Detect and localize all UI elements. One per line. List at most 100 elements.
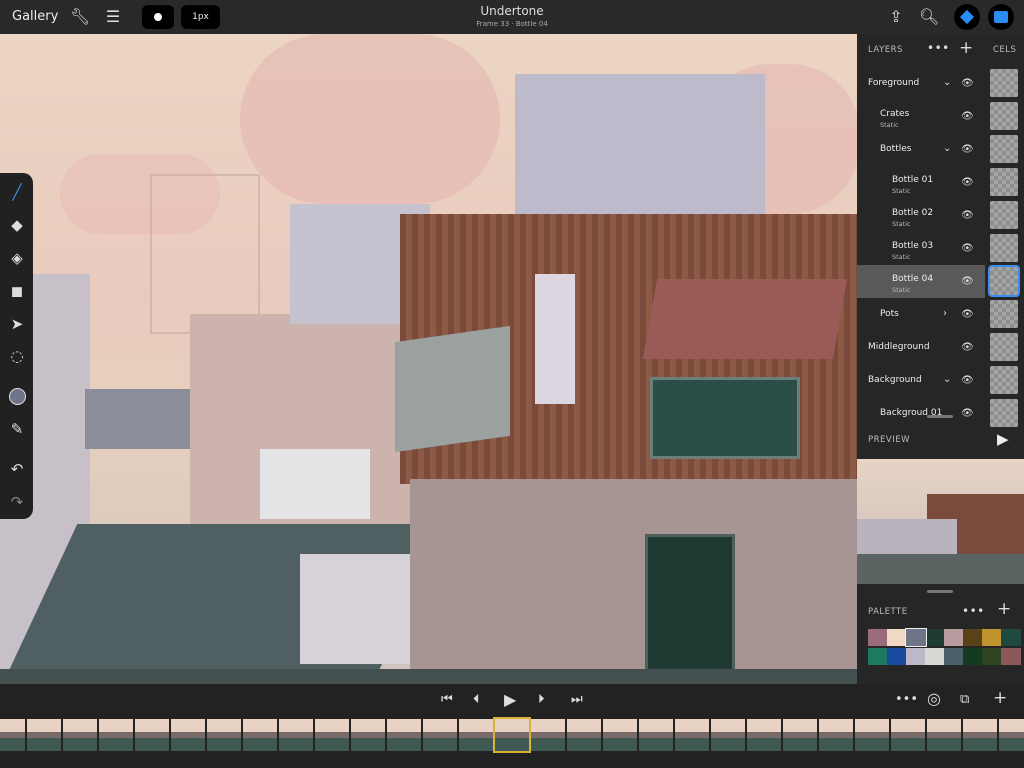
share-icon[interactable]: ⇪ bbox=[886, 7, 906, 27]
next-frame-icon[interactable]: ⏵ bbox=[538, 692, 545, 707]
last-frame-icon[interactable]: ⏭ bbox=[571, 692, 583, 707]
eye-icon[interactable]: 👁︎ bbox=[961, 343, 975, 353]
layer-row[interactable]: Bottle 03 Static 👁︎ bbox=[857, 232, 985, 265]
frame-thumbnail[interactable] bbox=[675, 719, 709, 751]
frame-thumbnail[interactable] bbox=[459, 719, 493, 751]
frame-thumbnail[interactable] bbox=[351, 719, 385, 751]
chevron-right-icon[interactable]: › bbox=[943, 308, 947, 319]
palette-swatch[interactable] bbox=[925, 629, 945, 646]
pencil-icon[interactable]: ╱ bbox=[6, 181, 28, 203]
eye-icon[interactable]: 👁︎ bbox=[961, 211, 975, 221]
layers-more-icon[interactable]: ••• bbox=[927, 41, 950, 55]
play-icon[interactable]: ▶ bbox=[504, 690, 516, 709]
layer-row[interactable]: Backgroud 01 👁︎ bbox=[857, 397, 985, 430]
frame-thumbnail[interactable] bbox=[63, 719, 97, 751]
layer-cel[interactable] bbox=[990, 102, 1018, 130]
layer-cel[interactable] bbox=[990, 234, 1018, 262]
layer-cel[interactable] bbox=[988, 265, 1020, 297]
frame-thumbnail[interactable] bbox=[207, 719, 241, 751]
eyedropper-icon[interactable]: ✎ bbox=[6, 418, 28, 440]
frame-thumbnail[interactable] bbox=[387, 719, 421, 751]
color-swatch-icon[interactable] bbox=[6, 385, 28, 407]
layer-row[interactable]: Bottles ⌄ 👁︎ bbox=[857, 133, 985, 166]
palette-swatch[interactable] bbox=[944, 648, 964, 665]
layer-row[interactable]: Bottle 01 Static 👁︎ bbox=[857, 166, 985, 199]
palette-swatch[interactable] bbox=[925, 648, 945, 665]
palette-more-icon[interactable]: ••• bbox=[962, 604, 985, 618]
redo-icon[interactable]: ↷ bbox=[6, 491, 28, 513]
eye-icon[interactable]: 👁︎ bbox=[961, 409, 975, 419]
frame-thumbnail[interactable] bbox=[603, 719, 637, 751]
add-layer-icon[interactable]: + bbox=[959, 38, 974, 58]
resize-handle[interactable] bbox=[927, 590, 953, 593]
eye-icon[interactable]: 👁︎ bbox=[961, 376, 975, 386]
palette-swatch[interactable] bbox=[868, 629, 888, 646]
frame-thumbnail[interactable] bbox=[423, 719, 457, 751]
palette-swatch[interactable] bbox=[963, 648, 983, 665]
layer-row[interactable]: Bottle 02 Static 👁︎ bbox=[857, 199, 985, 232]
eye-icon[interactable]: 👁︎ bbox=[961, 244, 975, 254]
frame-thumbnail[interactable] bbox=[0, 719, 25, 751]
frame-thumbnail[interactable] bbox=[243, 719, 277, 751]
palette-swatch[interactable] bbox=[906, 648, 926, 665]
timeline-more-icon[interactable]: ••• bbox=[895, 692, 918, 707]
palette-swatch[interactable] bbox=[944, 629, 964, 646]
frame-thumbnail[interactable] bbox=[963, 719, 997, 751]
frame-thumbnail[interactable] bbox=[711, 719, 745, 751]
resize-handle[interactable] bbox=[927, 415, 953, 418]
panel-toggle-button[interactable] bbox=[988, 4, 1014, 30]
frame-thumbnail[interactable] bbox=[855, 719, 889, 751]
eye-icon[interactable]: 👁︎ bbox=[961, 178, 975, 188]
layer-cel[interactable] bbox=[990, 366, 1018, 394]
frame-thumbnail[interactable] bbox=[639, 719, 673, 751]
frame-thumbnail[interactable] bbox=[567, 719, 601, 751]
chevron-down-icon[interactable]: ⌄ bbox=[943, 143, 951, 154]
frame-thumbnail[interactable] bbox=[135, 719, 169, 751]
add-frame-icon[interactable]: + bbox=[993, 688, 1007, 708]
palette-swatch[interactable] bbox=[982, 629, 1002, 646]
layer-cel[interactable] bbox=[990, 201, 1018, 229]
palette-swatch[interactable] bbox=[1001, 648, 1021, 665]
frame-thumbnail[interactable] bbox=[891, 719, 925, 751]
frame-thumbnail[interactable] bbox=[999, 719, 1024, 751]
eye-icon[interactable]: 👁︎ bbox=[961, 277, 975, 287]
palette-swatch[interactable] bbox=[982, 648, 1002, 665]
layer-row[interactable]: Crates Static 👁︎ bbox=[857, 100, 985, 133]
frame-thumbnail[interactable] bbox=[783, 719, 817, 751]
shapes-icon[interactable]: ◼ bbox=[6, 280, 28, 302]
duplicate-frame-icon[interactable]: ⧉ bbox=[960, 692, 969, 707]
frame-thumbnail[interactable] bbox=[493, 717, 531, 753]
frame-thumbnail[interactable] bbox=[819, 719, 853, 751]
chevron-down-icon[interactable]: ⌄ bbox=[943, 77, 951, 88]
palette-swatch[interactable] bbox=[963, 629, 983, 646]
frame-thumbnail[interactable] bbox=[99, 719, 133, 751]
undo-icon[interactable]: ↶ bbox=[6, 458, 28, 480]
zoom-icon[interactable]: 🔍︎ bbox=[919, 7, 939, 27]
layer-cel[interactable] bbox=[990, 333, 1018, 361]
palette-swatch[interactable] bbox=[1001, 629, 1021, 646]
layer-row[interactable]: Middleground 👁︎ bbox=[857, 331, 985, 364]
frame-thumbnail[interactable] bbox=[315, 719, 349, 751]
frame-thumbnail[interactable] bbox=[171, 719, 205, 751]
layer-cel[interactable] bbox=[990, 168, 1018, 196]
add-color-icon[interactable]: + bbox=[997, 599, 1012, 619]
layer-row[interactable]: Background ⌄ 👁︎ bbox=[857, 364, 985, 397]
chevron-down-icon[interactable]: ⌄ bbox=[943, 374, 951, 385]
eye-icon[interactable]: 👁︎ bbox=[961, 310, 975, 320]
layer-cel[interactable] bbox=[990, 69, 1018, 97]
layer-cel[interactable] bbox=[990, 135, 1018, 163]
play-preview-icon[interactable]: ▶ bbox=[997, 430, 1009, 448]
frame-thumbnail[interactable] bbox=[747, 719, 781, 751]
drawing-canvas[interactable] bbox=[0, 34, 857, 684]
previous-frame-icon[interactable]: ⏴ bbox=[473, 692, 480, 707]
eye-icon[interactable]: 👁︎ bbox=[961, 112, 975, 122]
eraser-icon[interactable]: ◆ bbox=[6, 214, 28, 236]
first-frame-icon[interactable]: ⏮ bbox=[441, 692, 453, 707]
palette-swatch[interactable] bbox=[887, 629, 907, 646]
fill-bucket-icon[interactable]: ◈ bbox=[6, 247, 28, 269]
frame-thumbnail[interactable] bbox=[531, 719, 565, 751]
layer-cel[interactable] bbox=[990, 300, 1018, 328]
move-arrow-icon[interactable]: ➤ bbox=[6, 313, 28, 335]
frame-thumbnail[interactable] bbox=[279, 719, 313, 751]
layer-row[interactable]: Bottle 04 Static 👁︎ bbox=[857, 265, 985, 298]
